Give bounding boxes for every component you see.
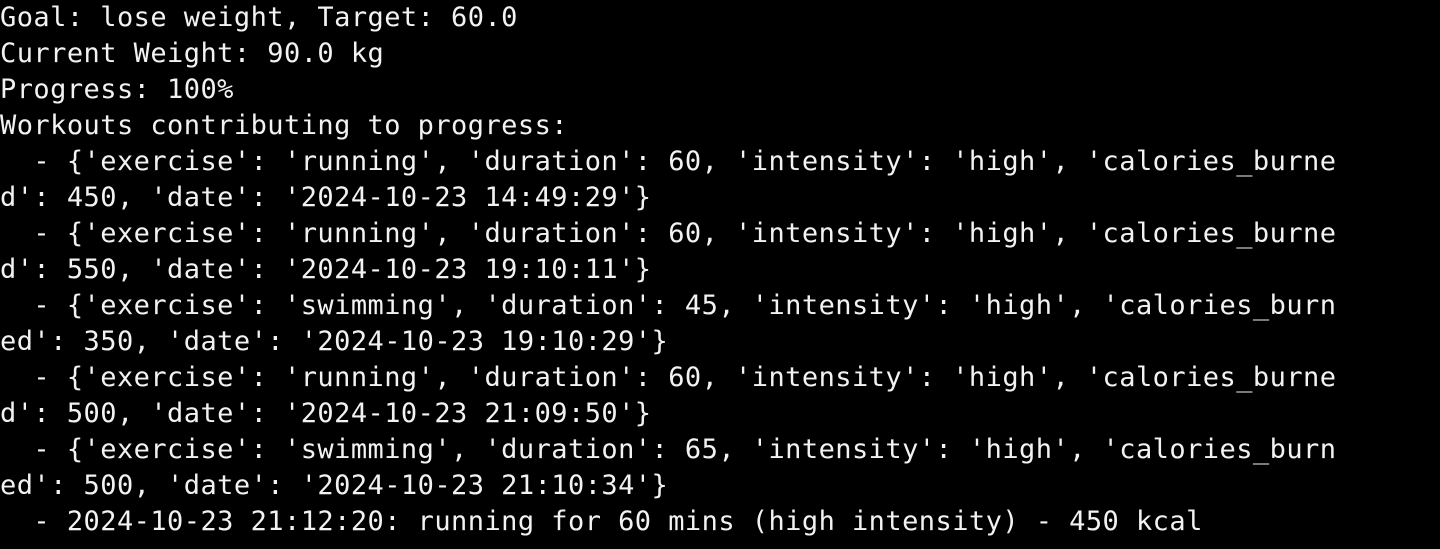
terminal-line-workouts-header: Workouts contributing to progress: [0,110,568,141]
terminal-line-workout-3a: - {'exercise': 'swimming', 'duration': 4… [0,290,1337,321]
terminal-line-workout-5a: - {'exercise': 'swimming', 'duration': 6… [0,434,1337,465]
terminal-line-workout-2a: - {'exercise': 'running', 'duration': 60… [0,218,1337,249]
terminal-line-workout-3b: ed': 350, 'date': '2024-10-23 19:10:29'} [0,326,669,357]
terminal-line-workout-4a: - {'exercise': 'running', 'duration': 60… [0,362,1337,393]
terminal-line-progress: Progress: 100% [0,74,234,105]
terminal-line-goal: Goal: lose weight, Target: 60.0 [0,2,518,33]
terminal-line-current-weight: Current Weight: 90.0 kg [0,38,385,69]
terminal-line-workout-summary: - 2024-10-23 21:12:20: running for 60 mi… [0,506,1203,537]
terminal-line-workout-2b: d': 550, 'date': '2024-10-23 19:10:11'} [0,254,652,285]
terminal-line-workout-1b: d': 450, 'date': '2024-10-23 14:49:29'} [0,182,652,213]
terminal-line-workout-5b: ed': 500, 'date': '2024-10-23 21:10:34'} [0,470,669,501]
terminal-line-workout-1a: - {'exercise': 'running', 'duration': 60… [0,146,1337,177]
terminal-line-workout-4b: d': 500, 'date': '2024-10-23 21:09:50'} [0,398,652,429]
terminal-window[interactable]: Goal: lose weight, Target: 60.0 Current … [0,0,1440,549]
